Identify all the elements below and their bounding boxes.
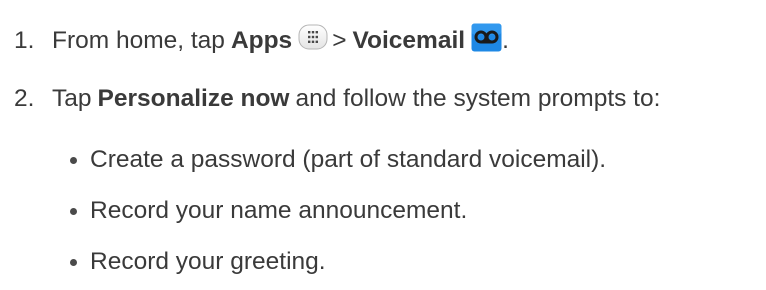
bullet-dot bbox=[70, 258, 77, 266]
apps-grid-icon bbox=[298, 24, 328, 50]
bullet-item: Create a password (part of standard voic… bbox=[70, 143, 606, 177]
step-number: 2. bbox=[14, 85, 35, 112]
bullet-dot bbox=[70, 156, 77, 164]
step-prefix: From home, tap bbox=[52, 27, 225, 54]
step-suffix: and follow the system prompts to: bbox=[295, 85, 661, 112]
step-suffix: . bbox=[502, 27, 509, 54]
step-number: 1. bbox=[14, 27, 35, 54]
step-text: From home, tap Apps > Voicemail . bbox=[52, 23, 509, 56]
bullet-dot bbox=[70, 207, 77, 215]
bullet-text: Record your greeting. bbox=[90, 248, 326, 275]
personalize-now-label: Personalize now bbox=[97, 85, 290, 112]
bullet-item: Record your name announcement. bbox=[70, 194, 467, 228]
bullet-text: Record your name announcement. bbox=[90, 197, 468, 224]
apps-label: Apps bbox=[230, 27, 293, 54]
separator: > bbox=[332, 27, 347, 54]
bullet-text: Create a password (part of standard voic… bbox=[90, 146, 607, 173]
bullet-item: Record your greeting. bbox=[70, 245, 326, 279]
step-text: Tap Personalize now and follow the syste… bbox=[52, 85, 660, 113]
voicemail-label: Voicemail bbox=[352, 27, 466, 54]
voicemail-icon bbox=[471, 23, 502, 52]
step-prefix: Tap bbox=[52, 85, 92, 112]
